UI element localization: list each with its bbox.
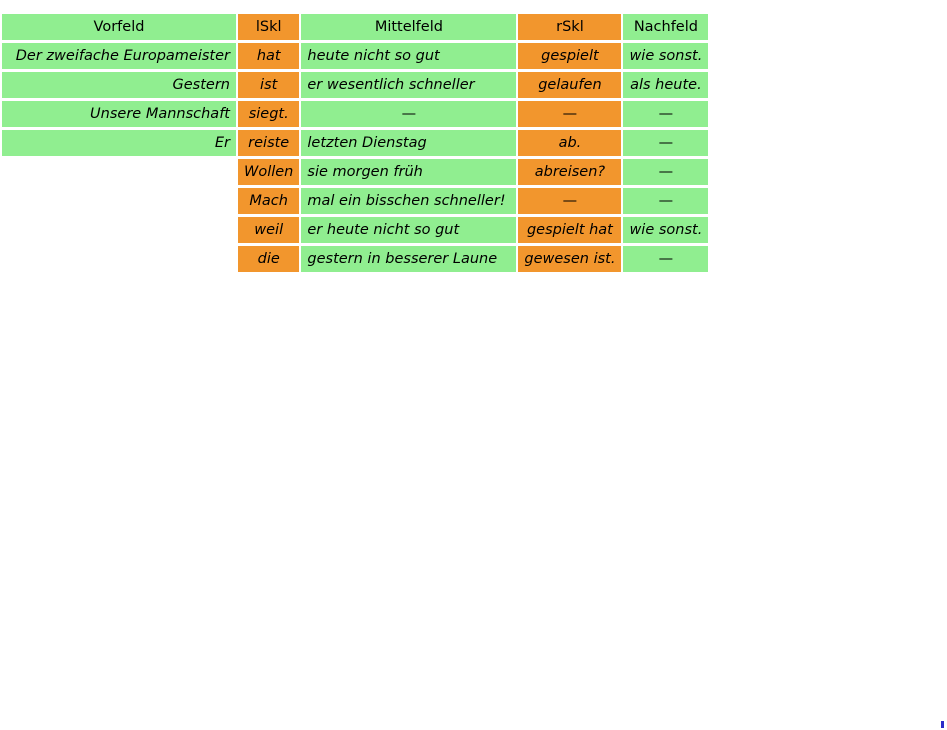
cell-lskl: Wollen (238, 159, 300, 185)
cell-lskl: siegt. (238, 101, 300, 127)
cell-lskl: weil (238, 217, 300, 243)
cell-nachfeld: als heute. (623, 72, 709, 98)
table-row: weil er heute nicht so gut gespielt hat wie… (2, 217, 709, 243)
cell-vorfeld: Gestern (2, 72, 236, 98)
table-row: die gestern in besserer Laune gewesen ist.… (2, 246, 709, 272)
column-header-nachfeld: Nachfeld (623, 14, 709, 40)
cell-nachfeld: wie sonst. (623, 217, 709, 243)
table-row: Wollen sie morgen früh abreisen? — (2, 159, 709, 185)
cell-nachfeld: — (623, 101, 709, 127)
column-header-lskl: lSkl (238, 14, 300, 40)
cell-mittelfeld: er wesentlich schneller (301, 72, 517, 98)
cell-rskl: gespielt (518, 43, 622, 69)
table-row: Er reiste letzten Dienstag ab. — (2, 130, 709, 156)
cell-mittelfeld: letzten Dienstag (301, 130, 517, 156)
cell-rskl: gewesen ist. (518, 246, 622, 272)
cell-lskl: die (238, 246, 300, 272)
table-row: Mach mal ein bisschen schneller! — — (2, 188, 709, 214)
cell-mittelfeld: gestern in besserer Laune (301, 246, 517, 272)
cell-nachfeld: — (623, 246, 709, 272)
cell-nachfeld: — (623, 188, 709, 214)
cell-lskl: Mach (238, 188, 300, 214)
cell-vorfeld (2, 188, 236, 214)
cell-vorfeld: Er (2, 130, 236, 156)
cell-nachfeld: — (623, 130, 709, 156)
table-body: Der zweifache Europameister hat heute nich… (2, 43, 709, 272)
cell-mittelfeld: mal ein bisschen schneller! (301, 188, 517, 214)
cell-vorfeld: Der zweifache Europameister (2, 43, 236, 69)
cell-nachfeld: wie sonst. (623, 43, 709, 69)
cell-lskl: hat (238, 43, 300, 69)
cell-mittelfeld: sie morgen früh (301, 159, 517, 185)
column-header-rskl: rSkl (518, 14, 622, 40)
cell-mittelfeld: heute nicht so gut (301, 43, 517, 69)
cell-rskl: — (518, 101, 622, 127)
cell-vorfeld (2, 217, 236, 243)
cell-mittelfeld: — (301, 101, 517, 127)
table-row: Unsere Mannschaft siegt. — — — (2, 101, 709, 127)
cell-vorfeld (2, 246, 236, 272)
cell-rskl: ab. (518, 130, 622, 156)
cell-mittelfeld: er heute nicht so gut (301, 217, 517, 243)
cell-nachfeld: — (623, 159, 709, 185)
topological-field-table: Vorfeld lSkl Mittelfeld rSkl Nachfeld Der zw… (0, 11, 710, 275)
cell-rskl: — (518, 188, 622, 214)
cell-vorfeld (2, 159, 236, 185)
header-row: Vorfeld lSkl Mittelfeld rSkl Nachfeld (2, 14, 709, 40)
table-header: Vorfeld lSkl Mittelfeld rSkl Nachfeld (2, 14, 709, 40)
cell-lskl: reiste (238, 130, 300, 156)
column-header-vorfeld: Vorfeld (2, 14, 236, 40)
column-header-mittelfeld: Mittelfeld (301, 14, 517, 40)
cell-vorfeld: Unsere Mannschaft (2, 101, 236, 127)
table-row: Gestern ist er wesentlich schneller gelaufe… (2, 72, 709, 98)
cell-rskl: abreisen? (518, 159, 622, 185)
corner-artifact (941, 721, 944, 728)
cell-lskl: ist (238, 72, 300, 98)
table-row: Der zweifache Europameister hat heute nich… (2, 43, 709, 69)
cell-rskl: gespielt hat (518, 217, 622, 243)
cell-rskl: gelaufen (518, 72, 622, 98)
